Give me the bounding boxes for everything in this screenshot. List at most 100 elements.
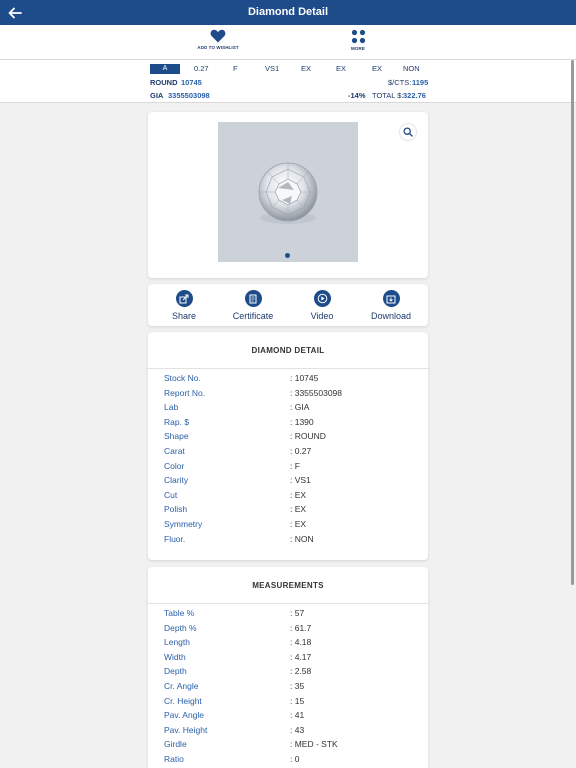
download-label: Download (370, 311, 412, 321)
measurement-row-cr-angle: Cr. Angle : 35 (148, 681, 428, 696)
detail-key: Report No. (164, 387, 206, 398)
summary-polish: EX (336, 64, 347, 73)
measurement-key: Table % (164, 608, 195, 618)
total-label: TOTAL $: (372, 91, 404, 100)
detail-value: : 1390 (290, 416, 314, 427)
detail-key: Fluor. (164, 533, 186, 544)
measurement-key: Depth (164, 666, 187, 677)
detail-value: : 3355503098 (290, 387, 342, 398)
wishlist-label: ADD TO WISHLIST (197, 45, 239, 50)
measurement-value: : 4.17 (290, 651, 312, 662)
more-label: MORE (351, 46, 365, 51)
price-per-cts-value: 1195 (412, 78, 429, 87)
grade-badge: A (150, 64, 180, 74)
measurement-key: Pav. Angle (164, 710, 205, 721)
detail-value: : F (290, 460, 300, 471)
diamond-summary: 0.27 F VS1 EX EX EX NON ROUND 10745 $/CT… (0, 60, 576, 103)
diamond-gem-icon (258, 162, 318, 224)
detail-value: : 10745 (290, 373, 319, 383)
detail-value: : 0.27 (290, 445, 312, 456)
summary-fluor: NON (403, 64, 420, 73)
measurement-value: : 2.58 (290, 666, 312, 677)
scrollbar[interactable] (571, 60, 574, 585)
detail-row-carat: Carat : 0.27 (148, 446, 428, 461)
detail-row-lab: Lab : GIA (148, 402, 428, 417)
measurement-row-table: Table % : 57 (148, 608, 428, 623)
summary-symmetry: EX (372, 64, 383, 73)
measurements-list: Table % : 57 Depth %: 61.7 Length : 4.18 W… (148, 604, 428, 768)
measurement-value: : 57 (290, 608, 305, 618)
summary-report-no[interactable]: 3355503098 (168, 91, 210, 100)
detail-row-polish: Polish : EX (148, 504, 428, 519)
more-button[interactable]: MORE (323, 29, 393, 51)
detail-value: : GIA (290, 402, 310, 413)
zoom-button[interactable] (400, 124, 416, 140)
measurement-row-pav-angle: Pav. Angle: 41 (148, 710, 428, 725)
detail-row-shape: Shape: ROUND (148, 431, 428, 446)
summary-color: F (233, 64, 238, 73)
download-button[interactable]: Download (361, 290, 421, 321)
measurement-key: Cr. Angle (164, 680, 199, 691)
detail-key: Stock No. (164, 373, 201, 383)
measurement-row-girdle: Girdle : MED - STK (148, 739, 428, 754)
certificate-button[interactable]: Certificate (223, 290, 283, 321)
measurement-value: : 35 (290, 680, 305, 691)
diamond-detail-list: Stock No.: 10745 Report No.: 3355503098 … (148, 369, 428, 548)
video-button[interactable]: Video (292, 290, 352, 321)
detail-row-rap: Rap. $ : 1390 (148, 417, 428, 432)
detail-key: Polish (164, 504, 188, 515)
measurement-row-pav-height: Pav. Height : 43 (148, 725, 428, 740)
measurement-value: : 43 (290, 724, 305, 735)
back-button[interactable] (6, 4, 24, 22)
detail-row-cut: Cut: EX (148, 490, 428, 505)
detail-value: : EX (290, 518, 307, 529)
detail-row-clarity: Clarity: VS1 (148, 475, 428, 490)
measurement-key: Length (164, 637, 190, 648)
measurement-value: : 61.7 (290, 622, 312, 633)
measurement-key: Pav. Height (164, 724, 208, 735)
grid-dots-icon (351, 29, 365, 44)
detail-row-stock-no: Stock No. : 10745 (148, 373, 428, 388)
play-icon (317, 293, 327, 304)
share-label: Share (171, 311, 197, 321)
detail-key: Carat (164, 445, 185, 456)
detail-row-symmetry: Symmetry : EX (148, 519, 428, 534)
measurement-value: : MED - STK (290, 739, 338, 750)
detail-key: Rap. $ (164, 416, 190, 427)
add-to-wishlist-button[interactable]: ADD TO WISHLIST (183, 29, 253, 50)
measurement-row-cr-height: Cr. Height: 15 (148, 696, 428, 711)
summary-carat: 0.27 (194, 64, 209, 73)
heart-icon (210, 29, 226, 43)
detail-value: : EX (290, 504, 307, 515)
measurement-row-ratio: Ratio : 0 (148, 754, 428, 768)
video-label: Video (310, 311, 334, 321)
measurement-key: Ratio (164, 753, 184, 764)
summary-clarity: VS1 (265, 64, 280, 73)
diamond-image[interactable] (218, 122, 358, 262)
diamond-image-card (148, 112, 428, 278)
page-title: Diamond Detail (247, 6, 329, 18)
summary-discount: -14% (348, 91, 366, 100)
price-per-cts-label: $/CTS: (388, 78, 412, 87)
detail-key: Shape (164, 431, 189, 442)
detail-value: : VS1 (290, 475, 311, 486)
summary-stock-no: 10745 (181, 78, 202, 87)
share-icon (179, 294, 189, 303)
carousel-indicator[interactable] (285, 253, 290, 258)
detail-key: Lab (164, 402, 179, 413)
detail-key: Color (164, 460, 185, 471)
detail-key: Cut (164, 489, 178, 500)
total-value: 322.76 (403, 91, 426, 100)
measurement-row-depth-pct: Depth %: 61.7 (148, 623, 428, 638)
action-bar: ADD TO WISHLIST MORE (0, 25, 576, 60)
share-button[interactable]: Share (154, 290, 214, 321)
measurement-value: : 0 (290, 753, 300, 764)
measurement-key: Width (164, 651, 186, 662)
measurement-key: Girdle (164, 739, 187, 750)
measurement-value: : 4.18 (290, 637, 312, 648)
search-icon (403, 127, 413, 137)
summary-cut: EX (301, 64, 312, 73)
measurements-title: MEASUREMENTS (148, 567, 428, 604)
detail-key: Symmetry (164, 518, 203, 529)
detail-value: : NON (290, 533, 314, 544)
